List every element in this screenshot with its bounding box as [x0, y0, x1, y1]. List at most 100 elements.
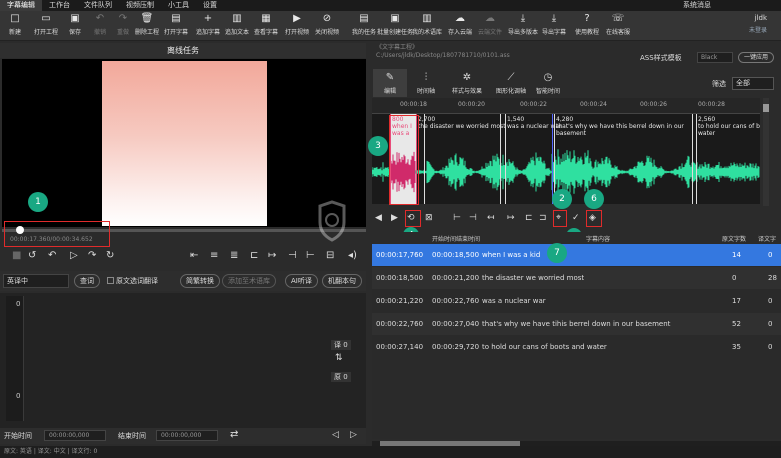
system-message[interactable]: 系统消息: [683, 0, 711, 11]
waveform-cue[interactable]: 1,540 was a nuclear war: [507, 116, 562, 130]
align-right-icon[interactable]: ≣: [230, 250, 238, 262]
start-time-label: 开始时间: [4, 432, 32, 440]
waveform-cue[interactable]: 4,280 that's why we have this berrel down…: [556, 116, 684, 137]
vertical-zoom-handle[interactable]: [763, 104, 769, 112]
toolbar-label-1: 打开工程: [33, 29, 58, 36]
table-row[interactable]: 00:00:21,220 00:00:22,760 was a nuclear wa…: [372, 290, 781, 312]
table-row[interactable]: 00:00:22,760 00:00:27,040 that's why we ha…: [372, 313, 781, 335]
table-row[interactable]: 00:00:17,760 00:00:18,500 when I was a kid…: [372, 244, 781, 266]
translation-editor[interactable]: [0, 293, 366, 428]
search-word-button[interactable]: 查词: [74, 274, 100, 288]
bracket-left-icon[interactable]: ⊏: [525, 212, 533, 224]
tab-2[interactable]: ✲ 样式与效果: [445, 69, 489, 97]
cell-start: 00:00:22,760: [376, 320, 424, 328]
set-start-icon[interactable]: ⊢: [453, 212, 461, 224]
end-time-input[interactable]: 00:00:00,000: [156, 430, 218, 441]
toolbar-button-10[interactable]: ▶ 打开视频: [282, 13, 312, 36]
set-end-icon[interactable]: ⊣: [469, 212, 477, 224]
menu-workbench[interactable]: 工作台: [42, 0, 77, 11]
tab-4[interactable]: ◷ 智能时间: [531, 69, 565, 97]
cell-end: 00:00:27,040: [432, 320, 480, 328]
cue-time: 4,280: [556, 116, 574, 123]
start-time-input[interactable]: 00:00:00,000: [44, 430, 106, 441]
toolbar-button-19[interactable]: ? 使用教程: [572, 13, 602, 36]
prev-line-icon[interactable]: ◁: [332, 429, 339, 441]
user-login-status[interactable]: 未登录: [749, 25, 767, 34]
toolbar-button-5[interactable]: 🗑 删除工程: [132, 13, 162, 36]
step-forward-icon[interactable]: ↷: [88, 250, 96, 262]
swap-time-icon[interactable]: ⇄: [230, 429, 238, 441]
tab-1[interactable]: ⫶ 时间轴: [409, 69, 443, 97]
toolbar-button-11[interactable]: ⊘ 关闭视频: [312, 13, 342, 36]
swap-icon[interactable]: ⇅: [335, 352, 343, 364]
toolbar-label-15: 存入云端: [447, 29, 472, 36]
toolbar-button-0[interactable]: □ 新建: [0, 13, 30, 36]
translate-mode-select[interactable]: 英译中: [3, 274, 69, 288]
shift-left-icon[interactable]: ↤: [487, 212, 495, 224]
table-row[interactable]: 00:00:18,500 00:00:21,200 the disaster we …: [372, 267, 781, 289]
align-left-icon[interactable]: ⇤: [190, 250, 198, 262]
bracket-right-icon[interactable]: ⊐: [539, 212, 547, 224]
toolbar-button-8[interactable]: ▥ 追加文本: [222, 13, 252, 36]
insert-before-icon[interactable]: ⊏: [250, 250, 258, 262]
menu-tools[interactable]: 小工具: [161, 0, 196, 11]
forward-icon[interactable]: ↻: [106, 250, 114, 262]
waveform-cue[interactable]: 2,700 the disaster we worried most: [418, 116, 506, 130]
toolbar-button-1[interactable]: ▭ 打开工程: [31, 13, 61, 36]
tab-3[interactable]: ⟋ 图形化调轴: [489, 69, 533, 97]
machine-translate-button[interactable]: 机翻本句: [322, 274, 362, 288]
step-back-icon[interactable]: ↶: [48, 250, 56, 262]
toolbar-label-7: 追加字幕: [195, 29, 220, 36]
stop-icon[interactable]: ■: [12, 250, 21, 262]
toolbar-button-9[interactable]: ▦ 查看字幕: [251, 13, 281, 36]
toolbar-button-20[interactable]: ☏ 在线客服: [603, 13, 633, 36]
user-info[interactable]: jldk 未登录: [749, 14, 767, 34]
col-src-count[interactable]: 原文字数: [722, 234, 746, 243]
vertical-zoom-bar[interactable]: [763, 98, 769, 206]
cell-start: 00:00:21,220: [376, 297, 424, 305]
timeline-ruler[interactable]: 00:00:18 00:00:20 00:00:22 00:00:24 00:00:26…: [372, 98, 760, 114]
table-row[interactable]: 00:00:27,140 00:00:29,720 to hold our cans…: [372, 336, 781, 358]
toolbar-button-6[interactable]: ▤ 打开字幕: [161, 13, 191, 36]
toolbar-button-7[interactable]: + 追加字幕: [193, 13, 223, 36]
confirm-check-icon[interactable]: ✓: [572, 212, 580, 224]
toolbar-button-14[interactable]: ▥ 我的术语库: [412, 13, 442, 36]
cue-boundary[interactable]: [696, 114, 697, 204]
col-end[interactable]: 结束时间: [456, 234, 480, 243]
ruler-tick: 00:00:20: [458, 101, 485, 108]
rewind-icon[interactable]: ↺: [28, 250, 36, 262]
play-icon[interactable]: ▷: [70, 250, 78, 262]
menu-subtitle-edit[interactable]: 字幕编辑: [0, 0, 42, 11]
menu-video-encode[interactable]: 视频压制: [119, 0, 161, 11]
source-select-checkbox[interactable]: [107, 277, 114, 284]
col-start[interactable]: 开始时间: [432, 234, 456, 243]
toolbar-button-12[interactable]: ▤ 我的任务: [349, 13, 379, 36]
col-trans-count[interactable]: 译文字: [758, 234, 776, 243]
col-text[interactable]: 字幕内容: [586, 234, 610, 243]
cue-text2: water: [698, 130, 716, 137]
toolbar-button-17[interactable]: ⤓ 导出多版本: [508, 13, 538, 36]
toolbar-icon-3: ↶: [95, 13, 105, 24]
toolbar-label-17: 导出多版本: [508, 29, 539, 36]
menu-settings[interactable]: 设置: [196, 0, 224, 11]
tab-0[interactable]: ✎ 编辑: [373, 69, 407, 97]
next-line-icon[interactable]: ▷: [350, 429, 357, 441]
waveform-cue[interactable]: 2,560 to hold our cans of b water: [698, 116, 760, 137]
toolbar-button-15[interactable]: ☁ 存入云端: [445, 13, 475, 36]
ass-template-select[interactable]: Black: [697, 52, 733, 63]
simplified-traditional-button[interactable]: 简繁转换: [180, 274, 220, 288]
toolbar-button-13[interactable]: ▣ 批量创建任务: [377, 13, 413, 36]
align-center-icon[interactable]: ≡: [210, 250, 218, 262]
cue-boundary[interactable]: [692, 114, 693, 204]
snap-icon[interactable]: ⊠: [425, 212, 433, 224]
add-term-button[interactable]: 添加至术语库: [222, 274, 276, 288]
toolbar-button-18[interactable]: ⤓ 导出字幕: [539, 13, 569, 36]
menu-file-queue[interactable]: 文件队列: [77, 0, 119, 11]
filter-select[interactable]: 全部: [732, 77, 774, 90]
apply-template-button[interactable]: 一键应用: [738, 52, 774, 63]
toolbar-button-16[interactable]: ☁ 云端文件: [475, 13, 505, 36]
shift-right-icon[interactable]: ↦: [507, 212, 515, 224]
cell-end: 00:00:18,500: [432, 251, 480, 259]
insert-after-icon[interactable]: ↦: [268, 250, 276, 262]
ai-transcribe-button[interactable]: AI听译: [285, 274, 318, 288]
